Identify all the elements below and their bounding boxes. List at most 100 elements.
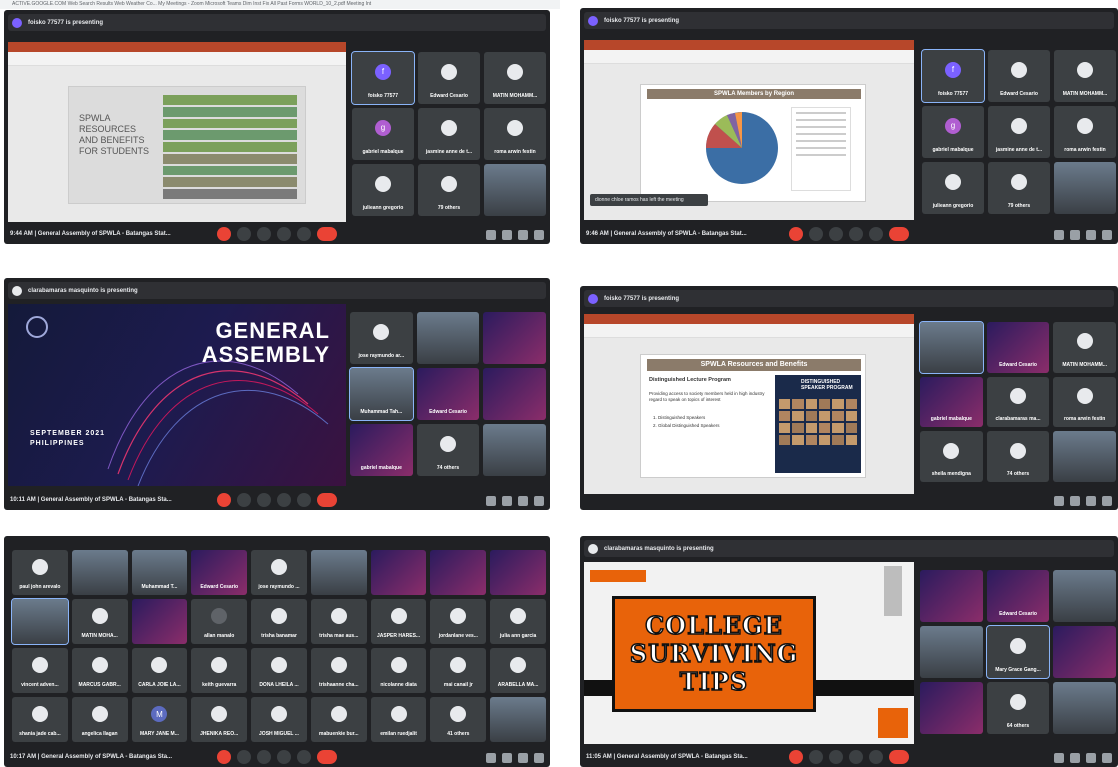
participant-tile[interactable] <box>1053 626 1116 678</box>
mic-off-button[interactable] <box>789 750 803 764</box>
participant-tile[interactable]: MATIN MOHAMM... <box>1053 322 1116 373</box>
captions-button[interactable] <box>829 227 843 241</box>
participant-tile[interactable]: jasmine anne de t... <box>418 108 480 160</box>
activities-icon[interactable] <box>1102 230 1112 240</box>
others-tile[interactable]: 79 others <box>988 162 1050 214</box>
present-button[interactable] <box>849 750 863 764</box>
participant-tile[interactable]: MARCUS GABR... <box>71 648 128 693</box>
people-icon[interactable] <box>502 496 512 506</box>
end-call-button[interactable] <box>889 227 909 241</box>
camera-button[interactable] <box>809 750 823 764</box>
mic-off-button[interactable] <box>217 493 231 507</box>
participant-tile[interactable]: JHENIKA REO... <box>191 697 248 742</box>
participant-tile[interactable] <box>920 570 983 622</box>
captions-button[interactable] <box>257 227 271 241</box>
chat-icon[interactable] <box>518 496 528 506</box>
participant-tile[interactable] <box>483 424 546 476</box>
chat-icon[interactable] <box>518 230 528 240</box>
more-options-button[interactable] <box>869 750 883 764</box>
others-tile[interactable]: 74 others <box>986 431 1050 482</box>
participant-tile[interactable]: allan manalo <box>191 599 248 644</box>
participant-tile[interactable]: g gabriel mabalque <box>352 108 414 160</box>
participant-tile[interactable]: roma arwin festin <box>1053 376 1116 428</box>
participant-tile[interactable] <box>131 599 188 644</box>
participant-tile[interactable] <box>310 550 367 595</box>
camera-button[interactable] <box>237 750 251 764</box>
participant-tile[interactable] <box>483 368 546 420</box>
participant-tile[interactable] <box>490 550 546 595</box>
participant-tile[interactable]: jose raymundo ar... <box>350 312 413 364</box>
participant-tile[interactable] <box>484 164 546 216</box>
participant-tile[interactable]: nicolanne diata <box>370 648 427 693</box>
participant-tile[interactable]: trisha banamar <box>251 599 307 644</box>
end-call-button[interactable] <box>317 227 337 241</box>
activities-icon[interactable] <box>534 753 544 763</box>
activities-icon[interactable] <box>1102 753 1112 763</box>
chat-icon[interactable] <box>518 753 528 763</box>
info-icon[interactable] <box>1054 230 1064 240</box>
participant-tile[interactable]: Muhammad Tah... <box>349 367 414 421</box>
present-button[interactable] <box>277 493 291 507</box>
participant-tile[interactable]: jasmine anne de t... <box>988 106 1050 158</box>
activities-icon[interactable] <box>1102 496 1112 506</box>
participant-tile[interactable]: Edward Cesario <box>986 322 1050 373</box>
activities-icon[interactable] <box>534 230 544 240</box>
info-icon[interactable] <box>486 496 496 506</box>
people-icon[interactable] <box>1070 496 1080 506</box>
participant-tile[interactable] <box>1053 431 1116 482</box>
chat-icon[interactable] <box>1086 230 1096 240</box>
more-options-button[interactable] <box>297 750 311 764</box>
more-options-button[interactable] <box>297 493 311 507</box>
participant-tile[interactable]: emilan ruedjalit <box>370 697 427 742</box>
present-button[interactable] <box>277 750 291 764</box>
info-icon[interactable] <box>1054 753 1064 763</box>
participant-tile[interactable] <box>370 550 427 595</box>
chat-icon[interactable] <box>1086 496 1096 506</box>
camera-button[interactable] <box>809 227 823 241</box>
participant-tile[interactable]: roma arwin festin <box>1054 106 1116 158</box>
participant-tile[interactable]: MATIN MOHA... <box>71 599 128 644</box>
participant-tile[interactable]: M MARY JANE M... <box>131 697 188 742</box>
participant-tile[interactable]: clarabamaras ma... <box>986 376 1050 428</box>
participant-tile[interactable]: shania jade cab... <box>12 697 68 742</box>
participant-tile[interactable]: Muhammad T... <box>131 550 188 595</box>
participant-tile[interactable]: vincent adven... <box>12 648 68 693</box>
captions-button[interactable] <box>829 750 843 764</box>
info-icon[interactable] <box>486 753 496 763</box>
participant-tile[interactable]: julieann gregorio <box>352 164 414 216</box>
participant-tile[interactable]: g gabriel mabalque <box>922 106 984 158</box>
end-call-button[interactable] <box>317 493 337 507</box>
participant-tile[interactable]: ARABELLA MA... <box>490 648 546 693</box>
participant-tile[interactable]: trisha mae aus... <box>310 599 367 644</box>
participant-tile[interactable]: angelica llagan <box>71 697 128 742</box>
participant-tile[interactable]: roma arwin festin <box>484 108 546 160</box>
camera-button[interactable] <box>237 227 251 241</box>
participant-tile[interactable]: Edward Cesario <box>416 368 480 420</box>
participant-tile[interactable]: Edward Cesario <box>191 550 248 595</box>
info-icon[interactable] <box>1054 496 1064 506</box>
present-button[interactable] <box>277 227 291 241</box>
participant-tile[interactable]: gabriel mabalque <box>920 376 983 428</box>
participant-tile[interactable] <box>1053 570 1116 622</box>
end-call-button[interactable] <box>889 750 909 764</box>
people-icon[interactable] <box>502 230 512 240</box>
chat-icon[interactable] <box>1086 753 1096 763</box>
participant-tile[interactable]: julieann gregorio <box>922 162 984 214</box>
present-button[interactable] <box>849 227 863 241</box>
participant-tile[interactable]: gabriel mabalque <box>350 424 413 476</box>
participant-tile[interactable] <box>1053 682 1116 734</box>
captions-button[interactable] <box>257 493 271 507</box>
participant-tile[interactable]: keith guevarra <box>191 648 248 693</box>
mic-off-button[interactable] <box>217 750 231 764</box>
mic-off-button[interactable] <box>789 227 803 241</box>
more-options-button[interactable] <box>297 227 311 241</box>
captions-button[interactable] <box>257 750 271 764</box>
mic-off-button[interactable] <box>217 227 231 241</box>
participant-tile[interactable] <box>483 312 546 364</box>
participant-tile[interactable] <box>920 626 983 678</box>
participant-tile[interactable]: trishaanne cha... <box>310 648 367 693</box>
participant-tile[interactable]: Edward Cesario <box>418 52 480 104</box>
participant-tile[interactable]: MATIN MOHAMM... <box>484 52 546 104</box>
participant-tile[interactable]: jose raymundo ... <box>251 550 307 595</box>
others-tile[interactable]: 79 others <box>418 164 480 216</box>
